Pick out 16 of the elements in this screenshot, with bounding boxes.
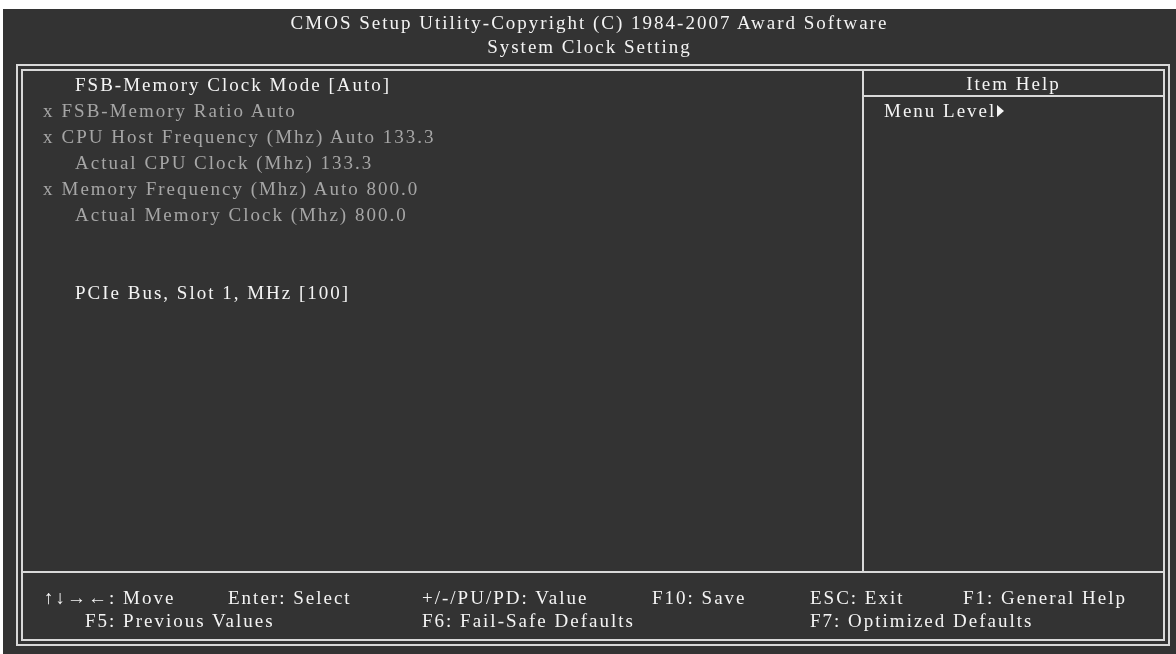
key-hint: F7: Optimized Defaults [810,609,1034,632]
key-hint: F10: Save [652,586,747,609]
key-hint: ↑↓→←: Move [44,586,176,609]
menu-item[interactable]: FSB-Memory Clock Mode [Auto] [75,72,392,98]
utility-title: CMOS Setup Utility-Copyright (C) 1984-2007 Award Software [290,11,889,35]
key-hint: +/-/PU/PD: Value [422,586,589,609]
help-title: Item Help [966,73,1061,95]
help-text: Menu Level [884,98,997,123]
key-hint: F5: Previous Values [84,609,275,632]
key-hint: F1: General Help [963,586,1127,609]
menu-item[interactable]: PCIe Bus, Slot 1, MHz [100] [75,280,351,306]
key-hint: F6: Fail-Safe Defaults [422,609,635,632]
page-title: System Clock Setting [487,35,692,59]
key-hint: Enter: Select [228,586,352,609]
caret-right-icon [997,104,1005,117]
key-hint: ESC: Exit [810,586,905,609]
